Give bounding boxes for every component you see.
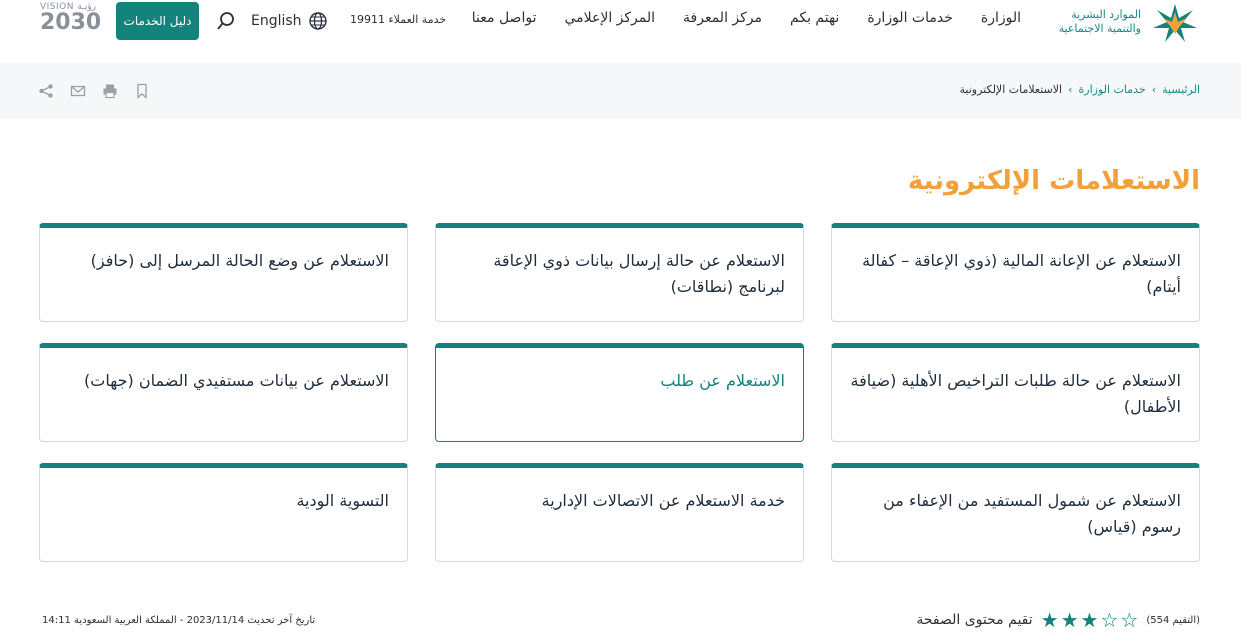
logo-line-1: الموارد البشرية (1071, 8, 1141, 21)
language-switch[interactable]: English (251, 11, 328, 31)
card-qiyas-fee-exemption-inquiry[interactable]: الاستعلام عن شمول المستفيد من الإعفاء من… (831, 463, 1200, 562)
breadcrumb-bar: الرئيسية ‹ خدمات الوزارة ‹ الاستعلامات ا… (0, 63, 1241, 119)
breadcrumb-current: الاستعلامات الإلكترونية (959, 83, 1063, 96)
main-nav: الوزارة خدمات الوزارة نهتم بكم مركز المع… (472, 10, 1021, 26)
page-title: الاستعلامات الإلكترونية (907, 166, 1200, 196)
star-filled-icon[interactable]: ★ (1041, 610, 1059, 630)
language-label: English (251, 13, 302, 29)
print-icon[interactable] (102, 83, 118, 99)
page-rating: تقيم محتوى الصفحة ★ ★ ★ ☆ ☆ (التقيم 554) (916, 610, 1200, 630)
card-amicable-settlement[interactable]: التسوية الودية (39, 463, 408, 562)
nav-media-center[interactable]: المركز الإعلامي (564, 10, 655, 26)
search-icon[interactable] (216, 11, 236, 31)
card-social-security-beneficiaries-inquiry[interactable]: الاستعلام عن بيانات مستفيدي الضمان (جهات… (39, 343, 408, 442)
card-label: التسوية الودية (296, 491, 389, 510)
card-label: الاستعلام عن شمول المستفيد من الإعفاء من… (883, 491, 1181, 536)
card-label: الاستعلام عن طلب (660, 371, 785, 390)
customer-service-number[interactable]: خدمة العملاء 19911 (350, 13, 446, 26)
chevron-left-icon: ‹ (1151, 83, 1157, 96)
share-icon[interactable] (38, 83, 54, 99)
logo-line-2: والتنمية الاجتماعية (1058, 22, 1141, 35)
logo-text: الموارد البشرية والتنمية الاجتماعية (1059, 8, 1141, 36)
breadcrumb-home[interactable]: الرئيسية (1162, 83, 1200, 96)
card-disability-data-nitaqat-inquiry[interactable]: الاستعلام عن حالة إرسال بيانات ذوي الإعا… (435, 223, 804, 322)
card-label: الاستعلام عن وضع الحالة المرسل إلى (حافز… (90, 251, 389, 270)
ministry-logo[interactable]: الموارد البشرية والتنمية الاجتماعية (1041, 0, 1201, 44)
vision-2030-logo: VISION رؤيـة 2030 (40, 2, 102, 42)
card-administrative-communications-inquiry[interactable]: خدمة الاستعلام عن الاتصالات الإدارية (435, 463, 804, 562)
rating-label: تقيم محتوى الصفحة (916, 612, 1033, 628)
site-header: الموارد البشرية والتنمية الاجتماعية الوز… (0, 0, 1241, 62)
star-outline-icon[interactable]: ☆ (1120, 610, 1138, 630)
rating-stars: ★ ★ ★ ☆ ☆ (1041, 610, 1139, 630)
chevron-left-icon: ‹ (1068, 83, 1073, 96)
card-hafiz-status-inquiry[interactable]: الاستعلام عن وضع الحالة المرسل إلى (حافز… (39, 223, 408, 322)
breadcrumb: الرئيسية ‹ خدمات الوزارة ‹ الاستعلامات ا… (960, 83, 1200, 96)
card-label: الاستعلام عن الإعانة المالية (ذوي الإعاق… (862, 251, 1181, 296)
nav-knowledge-center[interactable]: مركز المعرفة (683, 10, 762, 26)
card-label: الاستعلام عن بيانات مستفيدي الضمان (جهات… (84, 371, 389, 390)
mail-icon[interactable] (70, 83, 86, 99)
bookmark-icon[interactable] (134, 83, 150, 99)
card-label: خدمة الاستعلام عن الاتصالات الإدارية (541, 491, 785, 510)
breadcrumb-services[interactable]: خدمات الوزارة (1079, 83, 1146, 96)
last-update: تاريخ آخر تحديث 2023/11/14 - المملكة الع… (42, 615, 316, 626)
rating-count: (التقيم 554) (1146, 614, 1200, 626)
nav-contact-us[interactable]: تواصل معنا (472, 10, 537, 26)
card-financial-aid-inquiry[interactable]: الاستعلام عن الإعانة المالية (ذوي الإعاق… (831, 223, 1200, 322)
nav-ministry-services[interactable]: خدمات الوزارة (867, 10, 953, 26)
star-filled-icon[interactable]: ★ (1061, 610, 1079, 630)
star-outline-icon[interactable]: ☆ (1100, 610, 1118, 630)
vision-line-2: 2030 (40, 10, 102, 35)
globe-icon (308, 12, 327, 30)
nav-ministry[interactable]: الوزارة (981, 10, 1021, 26)
page-tools (38, 83, 150, 99)
services-guide-button[interactable]: دليل الخدمات (116, 2, 199, 40)
logo-mark-icon (1153, 4, 1197, 42)
star-filled-icon[interactable]: ★ (1081, 610, 1099, 630)
card-request-inquiry[interactable]: الاستعلام عن طلب (435, 343, 804, 442)
nav-we-care[interactable]: نهتم بكم (790, 10, 839, 26)
card-label: الاستعلام عن حالة طلبات التراخيص الأهلية… (850, 371, 1181, 416)
card-childcare-license-inquiry[interactable]: الاستعلام عن حالة طلبات التراخيص الأهلية… (831, 343, 1200, 442)
card-label: الاستعلام عن حالة إرسال بيانات ذوي الإعا… (493, 251, 785, 296)
